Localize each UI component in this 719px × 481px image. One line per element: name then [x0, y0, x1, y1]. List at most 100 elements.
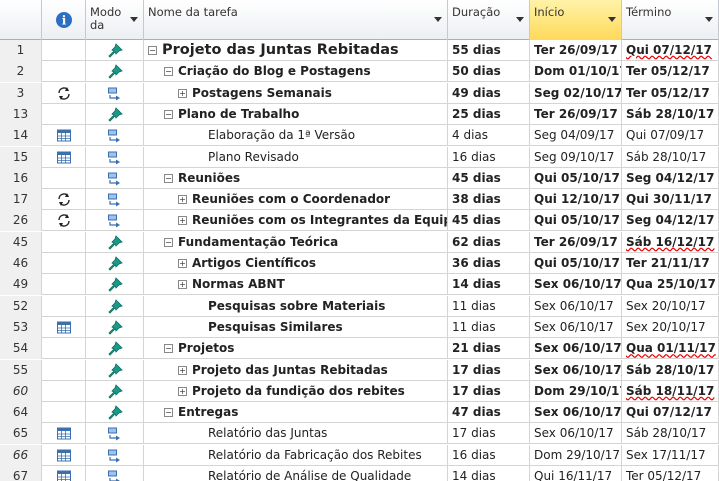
duration-cell[interactable]: 45 dias [448, 210, 530, 232]
end-date-cell[interactable]: Qui 07/12/17 [622, 402, 719, 424]
row-number[interactable]: 60 [0, 380, 42, 402]
task-mode-cell[interactable] [86, 402, 144, 424]
task-name-cell[interactable]: + Projeto da fundição dos rebites [144, 380, 448, 402]
end-date-cell[interactable]: Ter 21/11/17 [622, 253, 719, 274]
start-date-cell[interactable]: Qui 05/10/17 [530, 210, 622, 232]
start-date-cell[interactable]: Seg 02/10/17 [530, 82, 622, 104]
table-row[interactable]: 64 − Entregas 47 dias Sex 06/10/17 Qui 07/12/… [0, 402, 719, 424]
row-number[interactable]: 55 [0, 359, 42, 381]
task-name-cell[interactable]: Pesquisas sobre Materiais [144, 295, 448, 317]
task-name-cell[interactable]: − Plano de Trabalho [144, 103, 448, 125]
table-row[interactable]: 54 − Projetos 21 dias Sex 06/10/17 Qua 01/11/… [0, 338, 719, 360]
start-date-cell[interactable]: Ter 26/09/17 [530, 231, 622, 253]
duration-cell[interactable]: 25 dias [448, 103, 530, 125]
row-number[interactable]: 15 [0, 146, 42, 168]
table-row[interactable]: 65 Relatório das Juntas 17 dias Sex 06/10/1… [0, 423, 719, 445]
end-date-cell[interactable]: Qua 25/10/17 [622, 274, 719, 296]
start-date-cell[interactable]: Sex 06/10/17 [530, 423, 622, 445]
table-row[interactable]: 14 Elaboração da 1ª Versão 4 dias Seg 04/09… [0, 125, 719, 147]
start-date-cell[interactable]: Dom 01/10/17 [530, 61, 622, 83]
task-mode-cell[interactable] [86, 210, 144, 232]
task-name-cell[interactable]: + Normas ABNT [144, 274, 448, 296]
row-number[interactable]: 64 [0, 402, 42, 424]
task-mode-cell[interactable] [86, 274, 144, 296]
start-date-cell[interactable]: Ter 26/09/17 [530, 40, 622, 61]
start-date-cell[interactable]: Dom 29/10/17 [530, 380, 622, 402]
table-row[interactable]: 60 + Projeto da fundição dos rebites 17 dia… [0, 380, 719, 402]
task-mode-column-header[interactable]: Modo da [86, 0, 144, 40]
end-date-cell[interactable]: Sáb 28/10/17 [622, 423, 719, 445]
task-name-cell[interactable]: + Reuniões com o Coordenador [144, 189, 448, 211]
collapse-icon[interactable]: − [164, 67, 173, 77]
task-mode-cell[interactable] [86, 103, 144, 125]
table-row[interactable]: 53 Pesquisas Similares 11 dias Sex 06/10/17… [0, 316, 719, 338]
task-name-cell[interactable]: − Fundamentação Teórica [144, 231, 448, 253]
end-column-header[interactable]: Término [622, 0, 719, 40]
task-name-cell[interactable]: + Reuniões com os Integrantes da Equipe [144, 210, 448, 232]
start-date-cell[interactable]: Sex 06/10/17 [530, 295, 622, 317]
end-date-cell[interactable]: Sex 20/10/17 [622, 295, 719, 317]
end-date-cell[interactable]: Sex 17/11/17 [622, 444, 719, 466]
duration-cell[interactable]: 16 dias [448, 444, 530, 466]
duration-cell[interactable]: 36 dias [448, 253, 530, 274]
collapse-icon[interactable]: − [164, 173, 173, 183]
end-date-cell[interactable]: Sex 20/10/17 [622, 316, 719, 338]
start-date-cell[interactable]: Sex 06/10/17 [530, 359, 622, 381]
start-date-cell[interactable]: Sex 06/10/17 [530, 402, 622, 424]
table-row[interactable]: 66 Relatório da Fabricação dos Rebites 16 … [0, 444, 719, 466]
duration-cell[interactable]: 14 dias [448, 274, 530, 296]
task-mode-cell[interactable] [86, 189, 144, 211]
table-row[interactable]: 45 − Fundamentação Teórica 62 dias Ter 26/09… [0, 231, 719, 253]
table-row[interactable]: 1 − Projeto das Juntas Rebitadas 55 dias Ter… [0, 40, 719, 61]
collapse-icon[interactable]: − [148, 46, 157, 55]
expand-icon[interactable]: + [178, 195, 187, 205]
collapse-icon[interactable]: − [164, 109, 173, 119]
task-name-cell[interactable]: + Projeto das Juntas Rebitadas [144, 359, 448, 381]
duration-cell[interactable]: 21 dias [448, 338, 530, 360]
end-date-cell[interactable]: Ter 05/12/17 [622, 61, 719, 83]
expand-icon[interactable]: + [178, 259, 187, 268]
expand-icon[interactable]: + [178, 216, 187, 226]
row-number[interactable]: 66 [0, 444, 42, 466]
duration-cell[interactable]: 50 dias [448, 61, 530, 83]
start-date-cell[interactable]: Ter 26/09/17 [530, 103, 622, 125]
task-mode-cell[interactable] [86, 82, 144, 104]
row-number[interactable]: 53 [0, 316, 42, 338]
expand-icon[interactable]: + [178, 386, 187, 396]
task-name-cell[interactable]: Relatório de Análise de Qualidade [144, 466, 448, 481]
task-mode-cell[interactable] [86, 295, 144, 317]
duration-cell[interactable]: 11 dias [448, 316, 530, 338]
collapse-icon[interactable]: − [164, 237, 173, 247]
start-date-cell[interactable]: Qui 16/11/17 [530, 466, 622, 481]
end-date-cell[interactable]: Sáb 28/10/17 [622, 359, 719, 381]
task-mode-cell[interactable] [86, 146, 144, 168]
task-name-column-header[interactable]: Nome da tarefa [144, 0, 448, 40]
end-date-cell[interactable]: Ter 05/12/17 [622, 466, 719, 481]
table-row[interactable]: 17 + Reuniões com o Coordenador 38 dias Qui … [0, 189, 719, 211]
row-number[interactable]: 16 [0, 167, 42, 189]
task-mode-cell[interactable] [86, 40, 144, 61]
end-date-cell[interactable]: Seg 04/12/17 [622, 167, 719, 189]
row-number[interactable]: 46 [0, 253, 42, 274]
duration-cell[interactable]: 55 dias [448, 40, 530, 61]
task-mode-cell[interactable] [86, 316, 144, 338]
task-name-cell[interactable]: Elaboração da 1ª Versão [144, 125, 448, 147]
task-mode-cell[interactable] [86, 338, 144, 360]
task-mode-cell[interactable] [86, 231, 144, 253]
chevron-down-icon[interactable] [608, 17, 616, 22]
start-date-cell[interactable]: Qui 12/10/17 [530, 189, 622, 211]
task-mode-cell[interactable] [86, 466, 144, 481]
chevron-down-icon[interactable] [130, 17, 138, 22]
task-name-cell[interactable]: − Criação do Blog e Postagens [144, 61, 448, 83]
row-number[interactable]: 65 [0, 423, 42, 445]
row-number[interactable]: 67 [0, 466, 42, 481]
start-date-cell[interactable]: Dom 29/10/17 [530, 444, 622, 466]
select-all-corner[interactable] [0, 0, 42, 40]
task-name-cell[interactable]: − Projeto das Juntas Rebitadas [144, 40, 448, 61]
row-number[interactable]: 13 [0, 103, 42, 125]
end-date-cell[interactable]: Ter 05/12/17 [622, 82, 719, 104]
row-number[interactable]: 1 [0, 40, 42, 61]
duration-cell[interactable]: 38 dias [448, 189, 530, 211]
end-date-cell[interactable]: Seg 04/12/17 [622, 210, 719, 232]
table-row[interactable]: 67 Relatório de Análise de Qualidade 14 di… [0, 466, 719, 481]
